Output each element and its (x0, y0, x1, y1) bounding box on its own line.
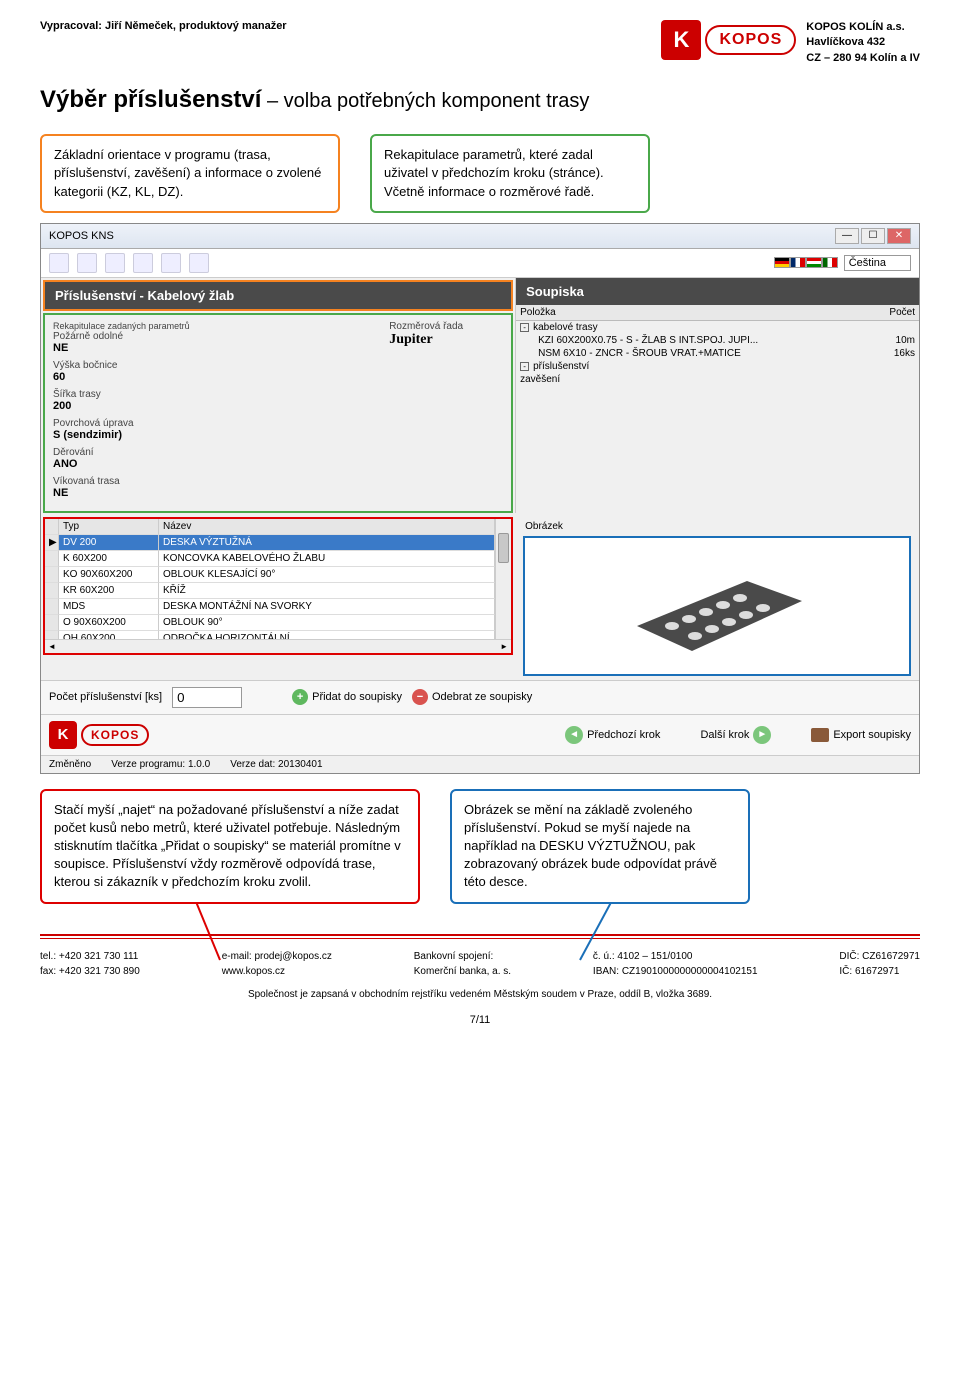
param-value: ANO (53, 458, 503, 470)
table-row[interactable]: MDSDESKA MONTÁŽNÍ NA SVORKY (45, 599, 495, 615)
tree-row[interactable]: zavěšení (516, 373, 919, 386)
arrow-left-icon: ◄ (565, 726, 583, 744)
next-step-button[interactable]: Další krok ► (700, 726, 771, 744)
status-data-version: Verze dat: 20130401 (230, 759, 322, 770)
divider (40, 938, 920, 939)
preview-image (523, 536, 911, 676)
param-value: NE (53, 342, 190, 354)
table-row[interactable]: O 90X60X200OBLOUK 90° (45, 615, 495, 631)
export-button[interactable]: Export soupisky (811, 728, 911, 742)
page-title: Výběr příslušenství – volba potřebných k… (40, 86, 920, 114)
param-label: Povrchová úprava (53, 418, 503, 429)
app-window: KOPOS KNS — ☐ ✕ Čeština (40, 223, 920, 774)
params-heading: Rekapitulace zadaných parametrů (53, 321, 190, 331)
param-label: Děrování (53, 447, 503, 458)
close-button[interactable]: ✕ (887, 228, 911, 244)
tree-row[interactable]: KZI 60X200X0.75 - S - ŽLAB S INT.SPOJ. J… (516, 334, 919, 347)
col-header: Název (159, 519, 495, 535)
callout-recap: Rekapitulace parametrů, které zadal uživ… (370, 134, 650, 213)
status-version: Verze programu: 1.0.0 (111, 759, 210, 770)
prev-step-button[interactable]: ◄ Předchozí krok (565, 726, 660, 744)
language-select[interactable]: Čeština (844, 255, 911, 271)
add-to-list-button[interactable]: + Přidat do soupisky (292, 689, 402, 705)
divider (40, 934, 920, 936)
tree-row[interactable]: -kabelové trasy (516, 321, 919, 334)
accessory-grid[interactable]: Typ Název ▶DV 200DESKA VÝZTUŽNÁK 60X200K… (43, 517, 513, 655)
table-row[interactable]: OH 60X200ODBOČKA HORIZONTÁLNÍ (45, 631, 495, 639)
toolbar-icon[interactable] (77, 253, 97, 273)
toolbar-icon[interactable] (49, 253, 69, 273)
param-label: Požárně odolné (53, 331, 190, 342)
tree-expand-icon[interactable]: - (520, 362, 529, 371)
kopos-logo: K KOPOS (661, 20, 796, 60)
toolbar-icon[interactable] (161, 253, 181, 273)
col-header: Položka (516, 305, 869, 320)
param-label: Výška bočnice (53, 360, 190, 371)
section-header-right: Soupiska (516, 278, 919, 305)
col-header: Počet (869, 305, 919, 320)
tree-row[interactable]: -příslušenství (516, 360, 919, 373)
minus-icon: − (412, 689, 428, 705)
table-row[interactable]: K 60X200KONCOVKA KABELOVÉHO ŽLABU (45, 551, 495, 567)
table-row[interactable]: KO 90X60X200OBLOUK KLESAJÍCÍ 90° (45, 567, 495, 583)
param-value: 200 (53, 400, 503, 412)
remove-from-list-button[interactable]: − Odebrat ze soupisky (412, 689, 532, 705)
param-value: 60 (53, 371, 190, 383)
toolbar-icon[interactable] (105, 253, 125, 273)
param-value: S (sendzimir) (53, 429, 503, 441)
company-info: KOPOS KOLÍN a.s. Havlíčkova 432 CZ – 280… (806, 20, 920, 66)
language-flags[interactable] (774, 257, 838, 268)
count-input[interactable] (172, 687, 242, 708)
image-label: Obrázek (523, 517, 911, 536)
param-label: Víkovaná trasa (53, 476, 503, 487)
callout-image: Obrázek se mění na základě zvoleného pří… (450, 789, 750, 904)
kopos-logo-small: K KOPOS (49, 721, 149, 749)
table-row[interactable]: KR 60X200KŘÍŽ (45, 583, 495, 599)
count-label: Počet příslušenství [ks] (49, 691, 162, 703)
tree-row[interactable]: NSM 6X10 - ZNCR - ŠROUB VRAT.+MATICE16ks (516, 347, 919, 360)
col-header: Typ (59, 519, 159, 535)
toolbar-icon[interactable] (189, 253, 209, 273)
param-value: NE (53, 487, 503, 499)
toolbar-icon[interactable] (133, 253, 153, 273)
arrow-right-icon: ► (753, 726, 771, 744)
table-row[interactable]: ▶DV 200DESKA VÝZTUŽNÁ (45, 535, 495, 551)
callout-grid-usage: Stačí myší „najet“ na požadované přísluš… (40, 789, 420, 904)
briefcase-icon (811, 728, 829, 742)
callout-orientation: Základní orientace v programu (trasa, př… (40, 134, 340, 213)
param-label: Rozměrová řada (389, 321, 463, 332)
window-title: KOPOS KNS (49, 230, 114, 242)
param-label: Šířka trasy (53, 389, 503, 400)
author-line: Vypracoval: Jiří Němeček, produktový man… (40, 20, 287, 32)
document-footer: tel.: +420 321 730 111 fax: +420 321 730… (40, 949, 920, 1002)
plus-icon: + (292, 689, 308, 705)
maximize-button[interactable]: ☐ (861, 228, 885, 244)
param-value: Jupiter (389, 332, 463, 348)
minimize-button[interactable]: — (835, 228, 859, 244)
status-changed: Změněno (49, 759, 91, 770)
scrollbar-horizontal[interactable]: ◄► (45, 639, 511, 653)
page-number: 7/11 (40, 1014, 920, 1026)
section-header-left: Příslušenství - Kabelový žlab (43, 280, 513, 311)
tree-expand-icon[interactable]: - (520, 323, 529, 332)
scrollbar-vertical[interactable] (495, 519, 511, 639)
